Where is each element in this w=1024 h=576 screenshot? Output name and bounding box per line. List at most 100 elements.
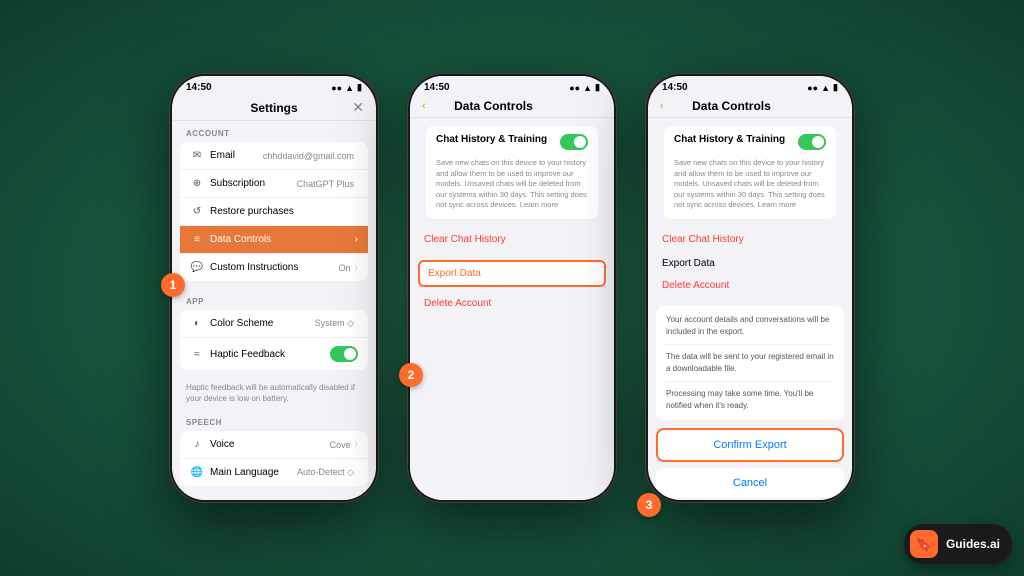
restore-label: Restore purchases [210,206,358,217]
close-icon-1[interactable]: ✕ [304,99,364,116]
phone-screen-3: 14:50 ●● ▲ ▮ ‹ Data Controls Chat Histor… [648,76,852,500]
data-controls-chevron: › [355,234,358,245]
guides-icon: 🔖 [910,530,938,558]
time-1: 14:50 [186,82,212,93]
screen-content-1: ACCOUNT ✉ Email chhddavid@gmail.com ⊕ Su… [172,121,376,500]
chat-history-toggle-3[interactable] [798,134,826,150]
haptic-desc: Haptic feedback will be automatically di… [172,378,376,410]
voice-icon: ♪ [190,439,204,450]
export-info-3: Processing may take some time. You'll be… [666,388,834,412]
battery-icon-3: ▮ [833,82,838,93]
chat-history-label-2: Chat History & Training [436,134,560,145]
subscription-item[interactable]: ⊕ Subscription ChatGPT Plus [180,170,368,198]
status-icons-3: ●● ▲ ▮ [807,82,838,93]
signal-icon-3: ●● [807,83,818,93]
toggle-container-3: Chat History & Training Save new chats o… [656,126,844,219]
delete-account-link-2[interactable]: Delete Account [410,291,614,316]
chat-history-toggle-row-3: Chat History & Training [664,126,836,158]
status-bar-3: 14:50 ●● ▲ ▮ [648,76,852,95]
export-info-2: The data will be sent to your registered… [666,351,834,382]
phone-shell-2: 14:50 ●● ▲ ▮ ‹ Data Controls Chat Histor… [407,73,617,503]
step-badge-2: 2 [399,363,423,387]
export-data-label-3: Export Data [648,258,852,269]
wifi-icon: ▲ [345,83,354,93]
confirm-export-btn[interactable]: Confirm Export [656,428,844,462]
voice-value: Cove [330,440,351,450]
phone-shell-1: 14:50 ●● ▲ ▮ Settings ✕ ACCOUNT ✉ Ema [169,73,379,503]
color-scheme-label: Color Scheme [210,318,315,329]
battery-icon-2: ▮ [595,82,600,93]
toggle-desc-2: Save new chats on this device to your hi… [426,158,598,219]
custom-instructions-icon: 💬 [190,262,204,273]
voice-chevron: › [355,439,358,450]
export-info-1: Your account details and conversations w… [666,314,834,345]
clear-history-link-3[interactable]: Clear Chat History [648,227,852,252]
nav-bar-1: Settings ✕ [172,95,376,121]
haptic-toggle[interactable] [330,346,358,362]
toggle-desc-3: Save new chats on this device to your hi… [664,158,836,219]
restore-icon: ↺ [190,206,204,217]
phone-screen-1: 14:50 ●● ▲ ▮ Settings ✕ ACCOUNT ✉ Ema [172,76,376,500]
data-controls-label: Data Controls [210,234,355,245]
language-value: Auto-Detect ◇ [297,467,354,478]
voice-label: Voice [210,439,330,450]
status-icons-2: ●● ▲ ▮ [569,82,600,93]
subscription-label: Subscription [210,178,297,189]
time-3: 14:50 [662,82,688,93]
nav-title-3: Data Controls [664,99,800,113]
phone-2: 2 14:50 ●● ▲ ▮ ‹ Data Controls Chat Hist [407,73,617,503]
export-info-box: Your account details and conversations w… [656,306,844,420]
email-value: chhddavid@gmail.com [263,151,354,161]
nav-bar-3: ‹ Data Controls [648,95,852,118]
signal-icon-2: ●● [569,83,580,93]
email-label: Email [210,150,263,161]
wifi-icon-2: ▲ [583,83,592,93]
chat-history-toggle-2[interactable] [560,134,588,150]
delete-account-link-3[interactable]: Delete Account [648,273,852,298]
custom-instructions-chevron: › [355,262,358,273]
color-scheme-value: System ◇ [315,318,354,329]
main-language-item[interactable]: 🌐 Main Language Auto-Detect ◇ [180,459,368,486]
haptic-icon: ≈ [190,349,204,360]
haptic-feedback-item[interactable]: ≈ Haptic Feedback [180,338,368,370]
phone-3: 3 14:50 ●● ▲ ▮ ‹ Data Controls Chat Hist [645,73,855,503]
phone-1: 1 14:50 ●● ▲ ▮ Settings ✕ ACCOUNT [169,73,379,503]
haptic-label: Haptic Feedback [210,349,330,360]
color-scheme-icon: ◐ [190,318,204,329]
section-header-speech: SPEECH [172,410,376,431]
guides-label: Guides.ai [946,537,1000,551]
guides-badge[interactable]: 🔖 Guides.ai [904,524,1012,564]
subscription-value: ChatGPT Plus [297,179,354,189]
section-header-app: APP [172,289,376,310]
status-bar-2: 14:50 ●● ▲ ▮ [410,76,614,95]
phone-shell-3: 14:50 ●● ▲ ▮ ‹ Data Controls Chat Histor… [645,73,855,503]
step-badge-1: 1 [161,273,185,297]
nav-title-2: Data Controls [426,99,562,113]
email-item[interactable]: ✉ Email chhddavid@gmail.com [180,142,368,170]
step-badge-3: 3 [637,493,661,517]
section-header-account: ACCOUNT [172,121,376,142]
account-list: ✉ Email chhddavid@gmail.com ⊕ Subscripti… [180,142,368,281]
chat-history-label-3: Chat History & Training [674,134,798,145]
signal-icon: ●● [331,83,342,93]
clear-history-link-2[interactable]: Clear Chat History [410,227,614,252]
export-data-highlighted[interactable]: Export Data [418,260,606,287]
battery-icon: ▮ [357,82,362,93]
app-list: ◐ Color Scheme System ◇ ≈ Haptic Feedbac… [180,310,368,370]
color-scheme-item[interactable]: ◐ Color Scheme System ◇ [180,310,368,338]
wifi-icon-3: ▲ [821,83,830,93]
status-icons-1: ●● ▲ ▮ [331,82,362,93]
speech-list: ♪ Voice Cove › 🌐 Main Language Auto-Dete… [180,431,368,486]
status-bar-1: 14:50 ●● ▲ ▮ [172,76,376,95]
language-label: Main Language [210,467,297,478]
language-icon: 🌐 [190,467,204,478]
cancel-btn[interactable]: Cancel [656,468,844,498]
data-controls-icon: ≡ [190,234,204,245]
voice-item[interactable]: ♪ Voice Cove › [180,431,368,459]
custom-instructions-item[interactable]: 💬 Custom Instructions On › [180,254,368,281]
data-controls-item[interactable]: ≡ Data Controls › [180,226,368,254]
nav-bar-2: ‹ Data Controls [410,95,614,118]
email-icon: ✉ [190,150,204,161]
restore-purchases-item[interactable]: ↺ Restore purchases [180,198,368,226]
chat-history-toggle-row-2: Chat History & Training [426,126,598,158]
